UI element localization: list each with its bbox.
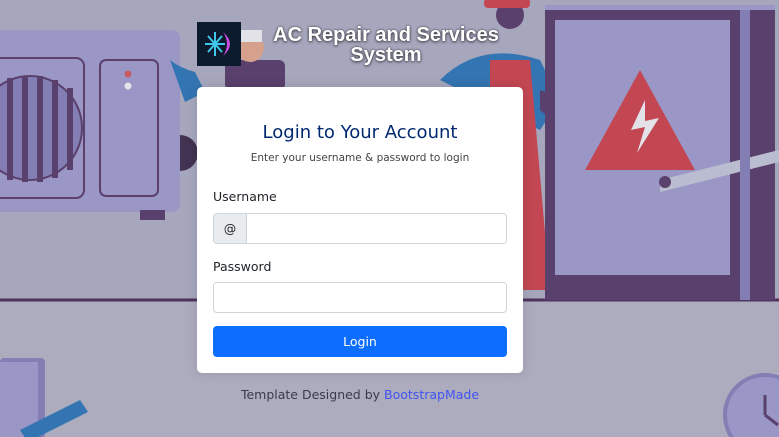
password-input[interactable] [213, 282, 507, 313]
credits-text: Template Designed by [240, 387, 385, 402]
login-button[interactable]: Login [213, 326, 507, 357]
password-label: Password [213, 259, 272, 274]
at-sign-icon: @ [214, 214, 247, 243]
username-label: Username [213, 189, 277, 204]
login-subheading: Enter your username & password to login [250, 152, 470, 164]
login-heading: Login to Your Account [262, 122, 458, 143]
login-card: Login to Your Account Enter your usernam… [197, 87, 523, 373]
username-input[interactable] [247, 214, 506, 243]
app-title: AC Repair and Services System [273, 24, 499, 66]
footer-credits: Template Designed by BootstrapMade [0, 387, 720, 402]
app-header: AC Repair and Services System [197, 22, 527, 70]
username-input-group: @ [213, 213, 507, 244]
snowflake-icon [197, 22, 241, 66]
bootstrapmade-link[interactable]: BootstrapMade [384, 387, 479, 402]
